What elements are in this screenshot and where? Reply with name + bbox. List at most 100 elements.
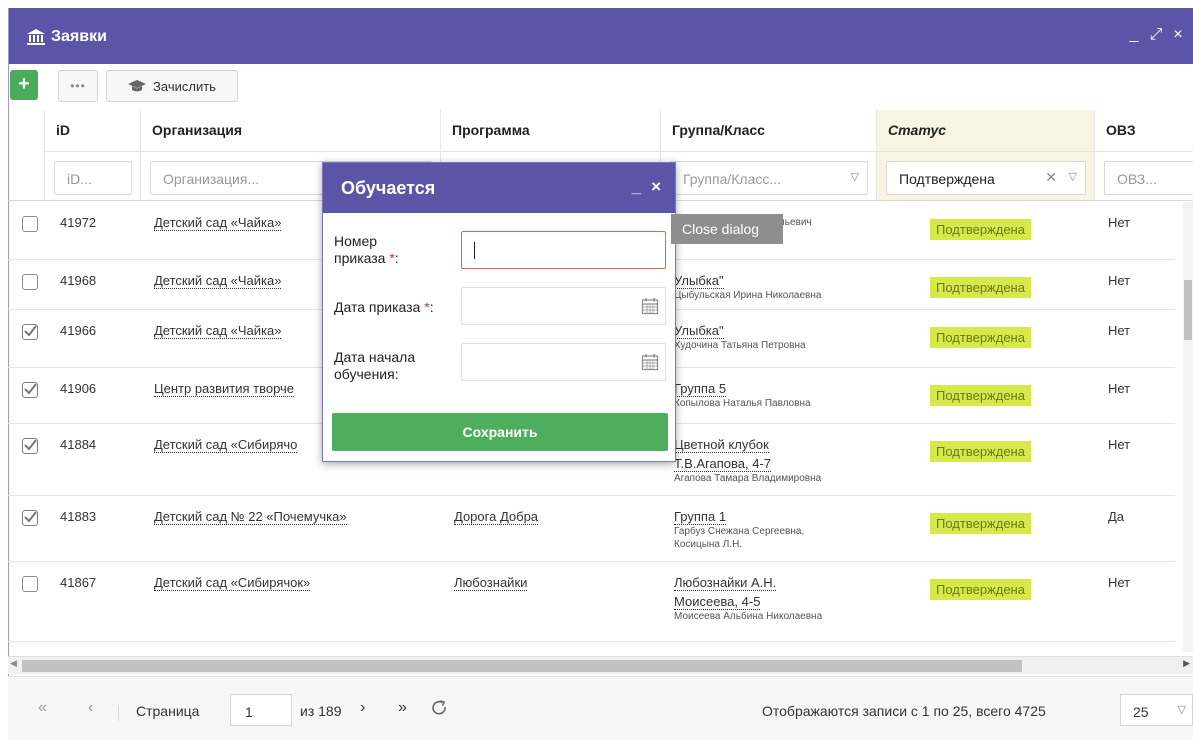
status-badge: Подтверждена — [930, 327, 1031, 348]
row-group-link[interactable]: Улыбка" — [674, 323, 724, 339]
checkmark-icon — [24, 383, 37, 395]
row-group-link[interactable]: Группа 1 — [674, 509, 727, 525]
chevron-down-icon[interactable]: ▽ — [1178, 703, 1186, 716]
row-checkbox[interactable] — [22, 576, 38, 592]
first-page-icon[interactable]: « — [38, 699, 47, 717]
filter-group-text: Группа/Класс... — [683, 171, 782, 187]
row-organization-link[interactable]: Детский сад «Чайка» — [154, 323, 282, 339]
column-header-id[interactable]: iD — [44, 110, 140, 152]
row-organization-link[interactable]: Детский сад «Сибирячо — [154, 437, 298, 453]
row-id: 41883 — [60, 509, 97, 524]
refresh-icon[interactable] — [430, 699, 448, 720]
row-organization-link[interactable]: Детский сад «Сибирячок» — [154, 575, 311, 591]
scroll-left-icon[interactable]: ◀ — [10, 658, 17, 669]
row-checkbox[interactable] — [22, 438, 38, 454]
row-program-link[interactable]: Любознайки — [454, 575, 528, 591]
order-date-label: Дата приказа *: — [334, 299, 434, 316]
graduation-cap-icon — [128, 80, 147, 92]
column-header-program[interactable]: Программа — [440, 110, 660, 152]
scroll-right-icon[interactable]: ▶ — [1183, 658, 1190, 669]
table-row[interactable]: 41883 Детский сад № 22 «Почемучка» Дорога … — [8, 496, 1175, 562]
row-ovz: Нет — [1108, 381, 1131, 396]
dialog-title: Обучается — [341, 178, 436, 198]
close-dialog-tooltip: Close dialog — [671, 214, 783, 244]
window-title: Заявки — [27, 28, 107, 46]
row-checkbox[interactable] — [22, 510, 38, 526]
row-id: 41972 — [60, 215, 97, 230]
minimize-icon[interactable]: _ — [1127, 26, 1141, 44]
row-checkbox[interactable] — [22, 216, 38, 232]
column-header-group[interactable]: Группа/Класс — [660, 110, 876, 152]
row-id: 41867 — [60, 575, 97, 590]
dialog-minimize-icon[interactable]: _ — [632, 177, 641, 197]
row-checkbox[interactable] — [22, 382, 38, 398]
vertical-scrollbar[interactable] — [1183, 202, 1193, 652]
pager: « ‹ Страница 1 из 189 › » Отображаются з… — [8, 676, 1193, 740]
row-teacher: Цыбульская Ирина Николаевна — [674, 290, 822, 301]
row-organization-link[interactable]: Центр развития творче — [154, 381, 295, 397]
start-date-label-line2: обучения: — [334, 366, 399, 382]
institution-icon — [27, 29, 45, 45]
checkmark-icon — [24, 325, 37, 337]
row-group-address-link[interactable]: Т.В.Агапова, 4-7 — [674, 456, 772, 472]
row-teacher: Худочина Татьяна Петровна — [674, 340, 806, 351]
add-button[interactable]: + — [10, 70, 38, 100]
order-date-input[interactable] — [461, 287, 666, 325]
maximize-icon[interactable]: ⤢ — [1149, 26, 1163, 44]
calendar-icon[interactable] — [641, 353, 659, 371]
row-ovz: Нет — [1108, 273, 1131, 288]
row-organization-link[interactable]: Детский сад «Чайка» — [154, 273, 282, 289]
row-teacher: Гарбуз Снежана Сергеевна, — [674, 526, 805, 537]
horizontal-scrollbar-thumb[interactable] — [22, 660, 1022, 672]
chevron-down-icon[interactable]: ▽ — [1069, 170, 1077, 183]
label-colon: : — [394, 250, 399, 266]
start-date-label: Дата начала обучения: — [334, 349, 415, 383]
column-header-ovz[interactable]: ОВЗ — [1094, 110, 1193, 152]
clear-filter-icon[interactable]: ✕ — [1045, 169, 1057, 186]
filter-group-input[interactable]: Группа/Класс... ▽ — [670, 161, 868, 195]
row-group-address-link[interactable]: Моисеева, 4-5 — [674, 594, 761, 610]
column-header-status[interactable]: Статус — [876, 110, 1094, 152]
close-icon[interactable]: × — [1171, 26, 1185, 44]
page-label: Страница — [136, 703, 200, 719]
order-date-label-text: Дата приказа — [334, 299, 421, 315]
chevron-down-icon[interactable]: ▽ — [851, 170, 859, 183]
dialog-close-icon[interactable]: × — [651, 177, 661, 197]
horizontal-scrollbar[interactable]: ◀ ▶ — [8, 656, 1193, 674]
row-checkbox[interactable] — [22, 274, 38, 290]
page-size-select[interactable]: 25 ▽ — [1120, 694, 1193, 726]
row-group-link[interactable]: Улыбка" — [674, 273, 724, 289]
save-button[interactable]: Сохранить — [332, 413, 668, 451]
status-badge: Подтверждена — [930, 219, 1031, 240]
vertical-scrollbar-thumb[interactable] — [1184, 280, 1192, 340]
start-date-input[interactable] — [461, 343, 666, 381]
enroll-button[interactable]: Зачислить — [106, 70, 238, 102]
checkmark-icon — [24, 511, 37, 523]
row-organization-link[interactable]: Детский сад «Чайка» — [154, 215, 282, 231]
page-number-input[interactable]: 1 — [230, 694, 292, 726]
row-teacher-2: Косицына Л.Н. — [674, 539, 743, 550]
row-program-link[interactable]: Дорога Добра — [454, 509, 539, 525]
filter-status-select[interactable]: Подтверждена ✕ ▽ — [886, 161, 1086, 195]
row-group-link[interactable]: Группа 5 — [674, 381, 727, 397]
next-page-icon[interactable]: › — [360, 699, 365, 717]
order-number-input[interactable] — [461, 231, 666, 269]
last-page-icon[interactable]: » — [398, 699, 407, 717]
page-count-label: из 189 — [300, 703, 342, 719]
order-number-label-line2: приказа — [334, 250, 386, 266]
row-group-link[interactable]: Любознайки А.Н. — [674, 575, 777, 591]
calendar-icon[interactable] — [641, 297, 659, 315]
row-group-link[interactable]: Цветной клубок — [674, 437, 769, 453]
table-row[interactable]: 41867 Детский сад «Сибирячок» Любознайки Лю… — [8, 562, 1175, 642]
prev-page-icon[interactable]: ‹ — [88, 699, 93, 717]
filter-ovz-input[interactable]: ОВЗ... — [1104, 161, 1193, 195]
column-header-organization[interactable]: Организация — [140, 110, 440, 152]
row-ovz: Нет — [1108, 323, 1131, 338]
checkmark-icon — [24, 439, 37, 451]
row-organization-link[interactable]: Детский сад № 22 «Почемучка» — [154, 509, 347, 525]
status-badge: Подтверждена — [930, 513, 1031, 534]
row-checkbox[interactable] — [22, 324, 38, 340]
window-title-text: Заявки — [51, 28, 107, 45]
filter-id-input[interactable]: iD... — [54, 161, 132, 195]
more-actions-button[interactable]: ••• — [58, 70, 98, 102]
